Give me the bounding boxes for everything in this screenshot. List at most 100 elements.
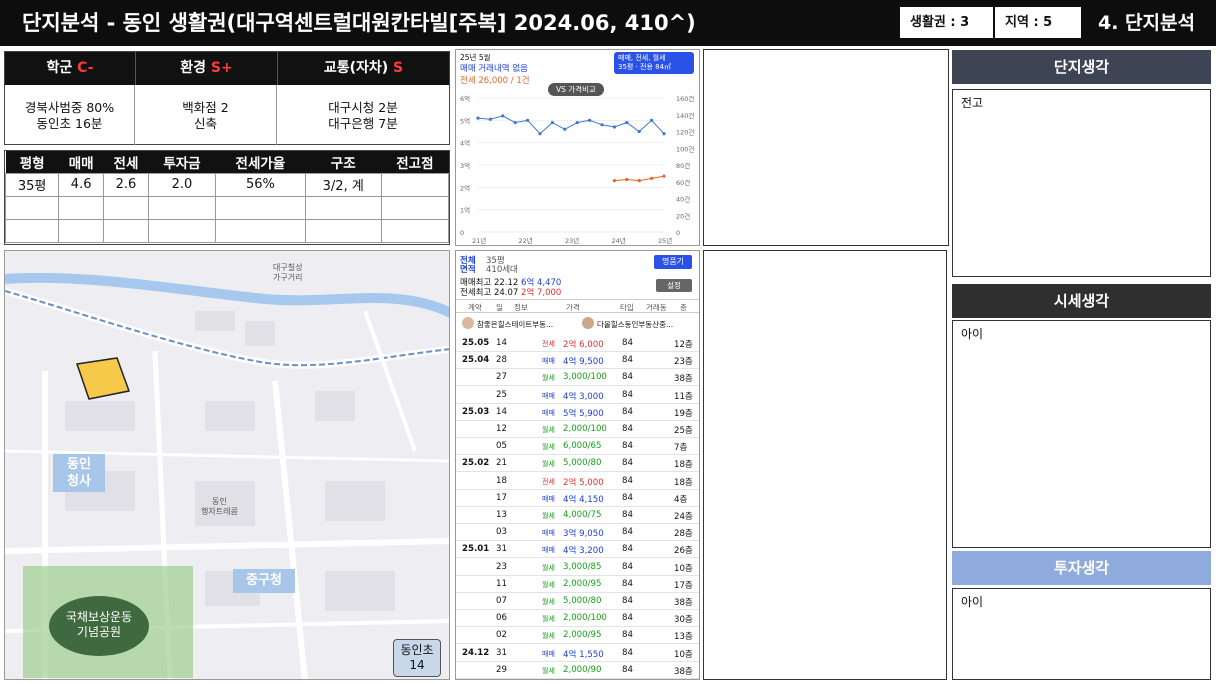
table-row: 35평 4.6 2.6 2.0 56% 3/2, 계 bbox=[4, 172, 450, 197]
agent-avatar bbox=[582, 317, 594, 329]
row-price: 2,000/95 bbox=[563, 578, 602, 589]
table-cell: 35평 bbox=[4, 172, 60, 197]
table-row[interactable]: 11 월세 2,000/95 84 17층 bbox=[456, 576, 699, 593]
row-price: 6,000/65 bbox=[563, 441, 602, 452]
table-row[interactable]: 06 월세 2,000/100 84 30층 bbox=[456, 610, 699, 628]
row-month: 24.12 bbox=[462, 647, 490, 658]
table-row[interactable]: 25.03 14 매매 5억 5,900 84 19층 bbox=[456, 404, 699, 421]
data-point bbox=[650, 176, 654, 180]
row-price: 4억 9,500 bbox=[563, 357, 604, 368]
row-kind: 월세 bbox=[542, 615, 555, 624]
table-row[interactable]: 25 매매 4억 3,000 84 11층 bbox=[456, 387, 699, 404]
table-row[interactable]: 13 월세 4,000/75 84 24층 bbox=[456, 507, 699, 524]
area-map[interactable]: 동인 청사 중구청 국채보상운동 기념공원 동인초 14 대구칠성 가구거리 동… bbox=[4, 250, 450, 680]
row-floor: 38층 bbox=[674, 598, 693, 608]
data-point bbox=[625, 120, 629, 125]
col-header: 전세가율 bbox=[215, 151, 306, 173]
complex-notes-box[interactable]: 전고 bbox=[952, 89, 1211, 277]
row-day: 11 bbox=[496, 578, 507, 589]
table-row[interactable]: 17 매매 4억 4,150 84 4층 bbox=[456, 490, 699, 507]
row-type: 84 bbox=[622, 510, 633, 520]
data-point bbox=[637, 179, 641, 183]
row-kind: 월세 bbox=[542, 666, 555, 675]
table-row[interactable]: 18 전세 2억 5,000 84 18층 bbox=[456, 473, 699, 490]
row-type: 84 bbox=[622, 664, 633, 675]
premium-button[interactable]: 명품기 bbox=[654, 255, 692, 269]
table-row[interactable]: 12 월세 2,000/100 84 25층 bbox=[456, 421, 699, 438]
row-price: 2,000/95 bbox=[563, 630, 602, 641]
score-cell-school: 경북사범중 80% 동인초 16분 bbox=[5, 85, 135, 145]
data-point bbox=[563, 127, 567, 131]
row-floor: 38층 bbox=[674, 374, 693, 385]
row-floor: 11층 bbox=[674, 391, 693, 402]
row-type: 84 bbox=[622, 458, 633, 469]
table-row[interactable]: 03 매매 3억 9,050 84 28층 bbox=[456, 524, 699, 542]
row-floor: 24층 bbox=[674, 512, 693, 522]
chart-plot: 0 1억 2억 3억 4억 5억 6억 0 20건 40건 60건 80건 100건 120건 140건 16… bbox=[460, 94, 694, 245]
row-kind: 매매 bbox=[542, 546, 555, 555]
data-point bbox=[612, 179, 616, 183]
row-price: 3억 9,050 bbox=[563, 529, 604, 540]
table-row[interactable]: 25.04 28 매매 4억 9,500 84 23층 bbox=[456, 352, 699, 370]
row-price: 4억 1,550 bbox=[563, 649, 604, 660]
y-tick-label: 5억 bbox=[460, 117, 470, 125]
market-notes-box[interactable]: 아이 bbox=[952, 320, 1211, 548]
data-point bbox=[575, 120, 579, 125]
table-cell: 3/2, 계 bbox=[304, 172, 382, 197]
table-cell: 56% bbox=[215, 172, 306, 197]
table-row[interactable]: 23 월세 3,000/85 84 10층 bbox=[456, 559, 699, 576]
row-month: 25.04 bbox=[462, 355, 490, 366]
row-kind: 매매 bbox=[542, 529, 555, 538]
row-type: 84 bbox=[622, 561, 633, 572]
data-point bbox=[625, 177, 629, 182]
data-point bbox=[612, 125, 616, 129]
data-point bbox=[588, 118, 592, 122]
row-type: 84 bbox=[622, 355, 633, 366]
row-day: 31 bbox=[496, 647, 507, 658]
table-row[interactable]: 25.01 31 매매 4억 3,200 84 26층 bbox=[456, 541, 699, 559]
row-type: 84 bbox=[622, 544, 633, 555]
row-floor: 30층 bbox=[674, 615, 693, 626]
map-label-dongin-office: 동인 청사 bbox=[53, 454, 105, 492]
row-floor: 23층 bbox=[674, 357, 693, 368]
col-header: 구조 bbox=[305, 151, 382, 173]
row-floor: 7층 bbox=[674, 443, 688, 454]
transaction-list-panel: 전체 면적 35평 410세대 명품기 매매최고 22.12 6억 4,470 … bbox=[455, 250, 700, 680]
table-row[interactable]: 25.05 14 전세 2억 6,000 84 12층 bbox=[456, 335, 699, 352]
table-row[interactable]: 05 월세 6,000/65 84 7층 bbox=[456, 438, 699, 456]
market-notes-header: 시세생각 bbox=[952, 284, 1211, 318]
table-row[interactable]: 02 월세 2,000/95 84 13층 bbox=[456, 627, 699, 645]
table-row[interactable]: 24.12 31 매매 4억 1,550 84 10층 bbox=[456, 645, 699, 662]
row-type: 84 bbox=[622, 406, 633, 417]
listing-col-headers: 계약 일 정보 가격 타입 거래동 층 bbox=[456, 299, 699, 313]
x-tick-label: 22년 bbox=[519, 236, 533, 245]
x-tick-label: 21년 bbox=[472, 236, 486, 245]
data-point bbox=[513, 120, 517, 125]
map-label-building: 동인 행자트레콤 bbox=[201, 497, 238, 516]
map-label-junggu-office: 중구청 bbox=[233, 569, 295, 593]
row-price: 5,000/80 bbox=[563, 596, 602, 606]
table-row[interactable]: 29 월세 2,000/90 84 38층 bbox=[456, 662, 699, 679]
y2-tick-label: 140건 bbox=[676, 111, 694, 120]
invest-notes-box[interactable]: 아이 bbox=[952, 588, 1211, 680]
empty-panel-top bbox=[703, 49, 949, 246]
table-row bbox=[4, 218, 450, 243]
row-kind: 월세 bbox=[542, 632, 555, 641]
table-row[interactable]: 07 월세 5,000/80 84 38층 bbox=[456, 593, 699, 610]
row-type: 84 bbox=[622, 527, 633, 538]
row-type: 84 bbox=[622, 613, 633, 624]
score-cell-traffic: 대구시청 2분 대구은행 7분 bbox=[328, 100, 398, 131]
row-type: 84 bbox=[622, 441, 633, 452]
col-header: 전고점 bbox=[381, 151, 449, 173]
score-header-school: 학군 C- bbox=[5, 52, 135, 85]
row-type: 84 bbox=[622, 389, 633, 400]
row-floor: 28층 bbox=[674, 529, 693, 540]
table-row[interactable]: 25.02 21 월세 5,000/80 84 18층 bbox=[456, 455, 699, 473]
section-title: 4. 단지분석 bbox=[1098, 12, 1195, 34]
row-price: 4,000/75 bbox=[563, 510, 602, 520]
settings-button[interactable]: 설정 bbox=[656, 279, 692, 292]
row-price: 4억 3,200 bbox=[563, 546, 604, 557]
table-row[interactable]: 27 월세 3,000/100 84 38층 bbox=[456, 369, 699, 387]
row-floor: 17층 bbox=[674, 580, 693, 591]
price-table: 평형 매매 전세 투자금 전세가율 구조 전고점 35평 4.6 2.6 2.0… bbox=[4, 150, 450, 245]
